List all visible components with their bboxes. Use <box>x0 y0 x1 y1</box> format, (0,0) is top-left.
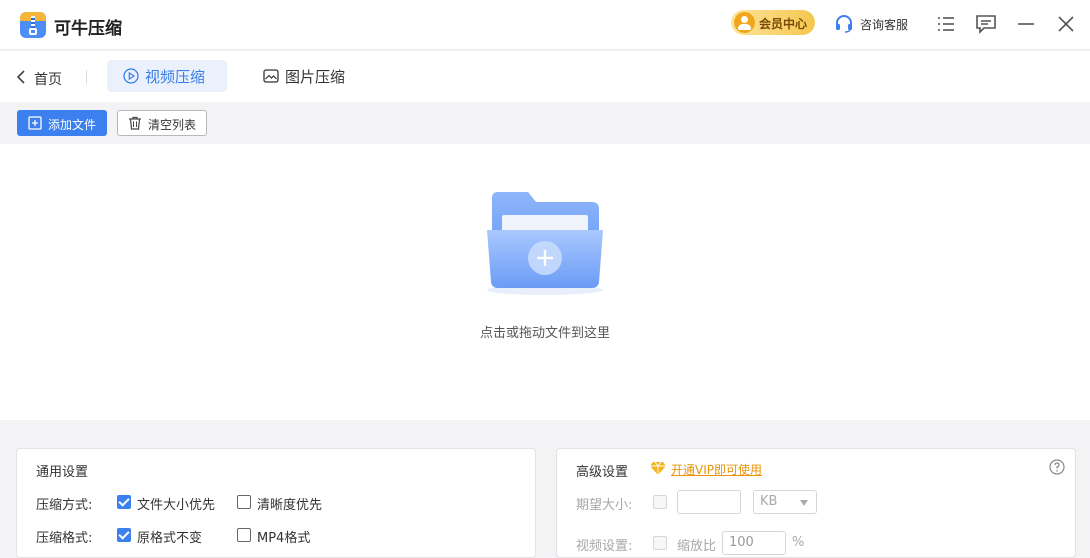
app-title: 可牛压缩 <box>54 19 122 39</box>
back-home-label: 首页 <box>34 72 62 88</box>
size-unit-select[interactable]: KB <box>753 490 817 514</box>
chevron-left-icon <box>16 70 25 84</box>
tab-video-label: 视频压缩 <box>145 68 206 86</box>
add-file-button[interactable]: 添加文件 <box>17 110 107 136</box>
mp4-format-checkbox[interactable] <box>237 528 251 542</box>
plus-square-icon <box>28 116 42 130</box>
folder-add-icon <box>487 192 603 295</box>
scale-ratio-input[interactable]: 100 <box>722 531 786 555</box>
video-settings-checkbox[interactable] <box>653 536 667 550</box>
trash-icon <box>129 116 141 130</box>
app-logo-icon <box>20 12 46 38</box>
advanced-settings-title: 高级设置 <box>576 465 629 480</box>
expected-size-input[interactable] <box>677 490 741 514</box>
title-bar: 可牛压缩 会员中心 咨询客服 <box>0 0 1090 50</box>
clear-list-label: 清空列表 <box>148 118 197 132</box>
support-label: 咨询客服 <box>860 18 909 32</box>
toolbar: 添加文件 清空列表 <box>0 102 1090 144</box>
tab-image-compress[interactable]: 图片压缩 <box>247 60 367 92</box>
image-icon <box>263 69 279 83</box>
clarity-priority-checkbox[interactable] <box>237 495 251 509</box>
headset-icon <box>836 15 852 33</box>
vip-center-button[interactable]: 会员中心 <box>731 10 815 35</box>
expected-size-checkbox[interactable] <box>653 495 667 509</box>
compress-mode-label: 压缩方式: <box>36 498 93 513</box>
feedback-icon[interactable] <box>974 12 998 36</box>
compress-format-label: 压缩格式: <box>36 531 93 546</box>
help-icon[interactable] <box>1049 459 1065 475</box>
clarity-priority-label: 清晰度优先 <box>257 498 323 513</box>
nav-divider <box>86 70 87 84</box>
open-vip-link[interactable]: 开通VIP即可使用 <box>671 461 762 478</box>
clear-list-button[interactable]: 清空列表 <box>117 110 207 136</box>
add-file-label: 添加文件 <box>48 118 97 132</box>
user-avatar-icon <box>734 12 755 33</box>
menu-list-icon[interactable] <box>934 12 958 36</box>
keep-format-label: 原格式不变 <box>137 531 203 546</box>
general-settings-title: 通用设置 <box>36 465 89 480</box>
size-priority-label: 文件大小优先 <box>137 498 216 513</box>
mp4-format-label: MP4格式 <box>257 531 311 546</box>
dropdown-caret-icon <box>800 500 808 506</box>
keep-format-checkbox[interactable] <box>117 528 131 542</box>
diamond-icon <box>650 461 666 475</box>
size-unit-value: KB <box>760 494 778 509</box>
general-settings-panel: 通用设置 压缩方式: 文件大小优先 清晰度优先 压缩格式: 原格式不变 MP4格… <box>16 448 536 558</box>
advanced-settings-panel: 高级设置 开通VIP即可使用 期望大小: KB 视频设置: 缩放比 100 % <box>556 448 1076 558</box>
play-circle-icon <box>123 68 139 84</box>
vip-center-label: 会员中心 <box>759 17 808 31</box>
tab-video-compress[interactable]: 视频压缩 <box>107 60 227 92</box>
drop-hint-text: 点击或拖动文件到这里 <box>479 326 610 341</box>
percent-label: % <box>792 535 805 550</box>
expected-size-label: 期望大小: <box>576 498 633 513</box>
file-drop-zone[interactable]: 点击或拖动文件到这里 <box>0 144 1090 420</box>
close-icon[interactable] <box>1054 12 1078 36</box>
size-priority-checkbox[interactable] <box>117 495 131 509</box>
sub-navigation: 首页 视频压缩 图片压缩 <box>0 51 1090 102</box>
tab-image-label: 图片压缩 <box>285 68 346 86</box>
minimize-icon[interactable] <box>1014 12 1038 36</box>
